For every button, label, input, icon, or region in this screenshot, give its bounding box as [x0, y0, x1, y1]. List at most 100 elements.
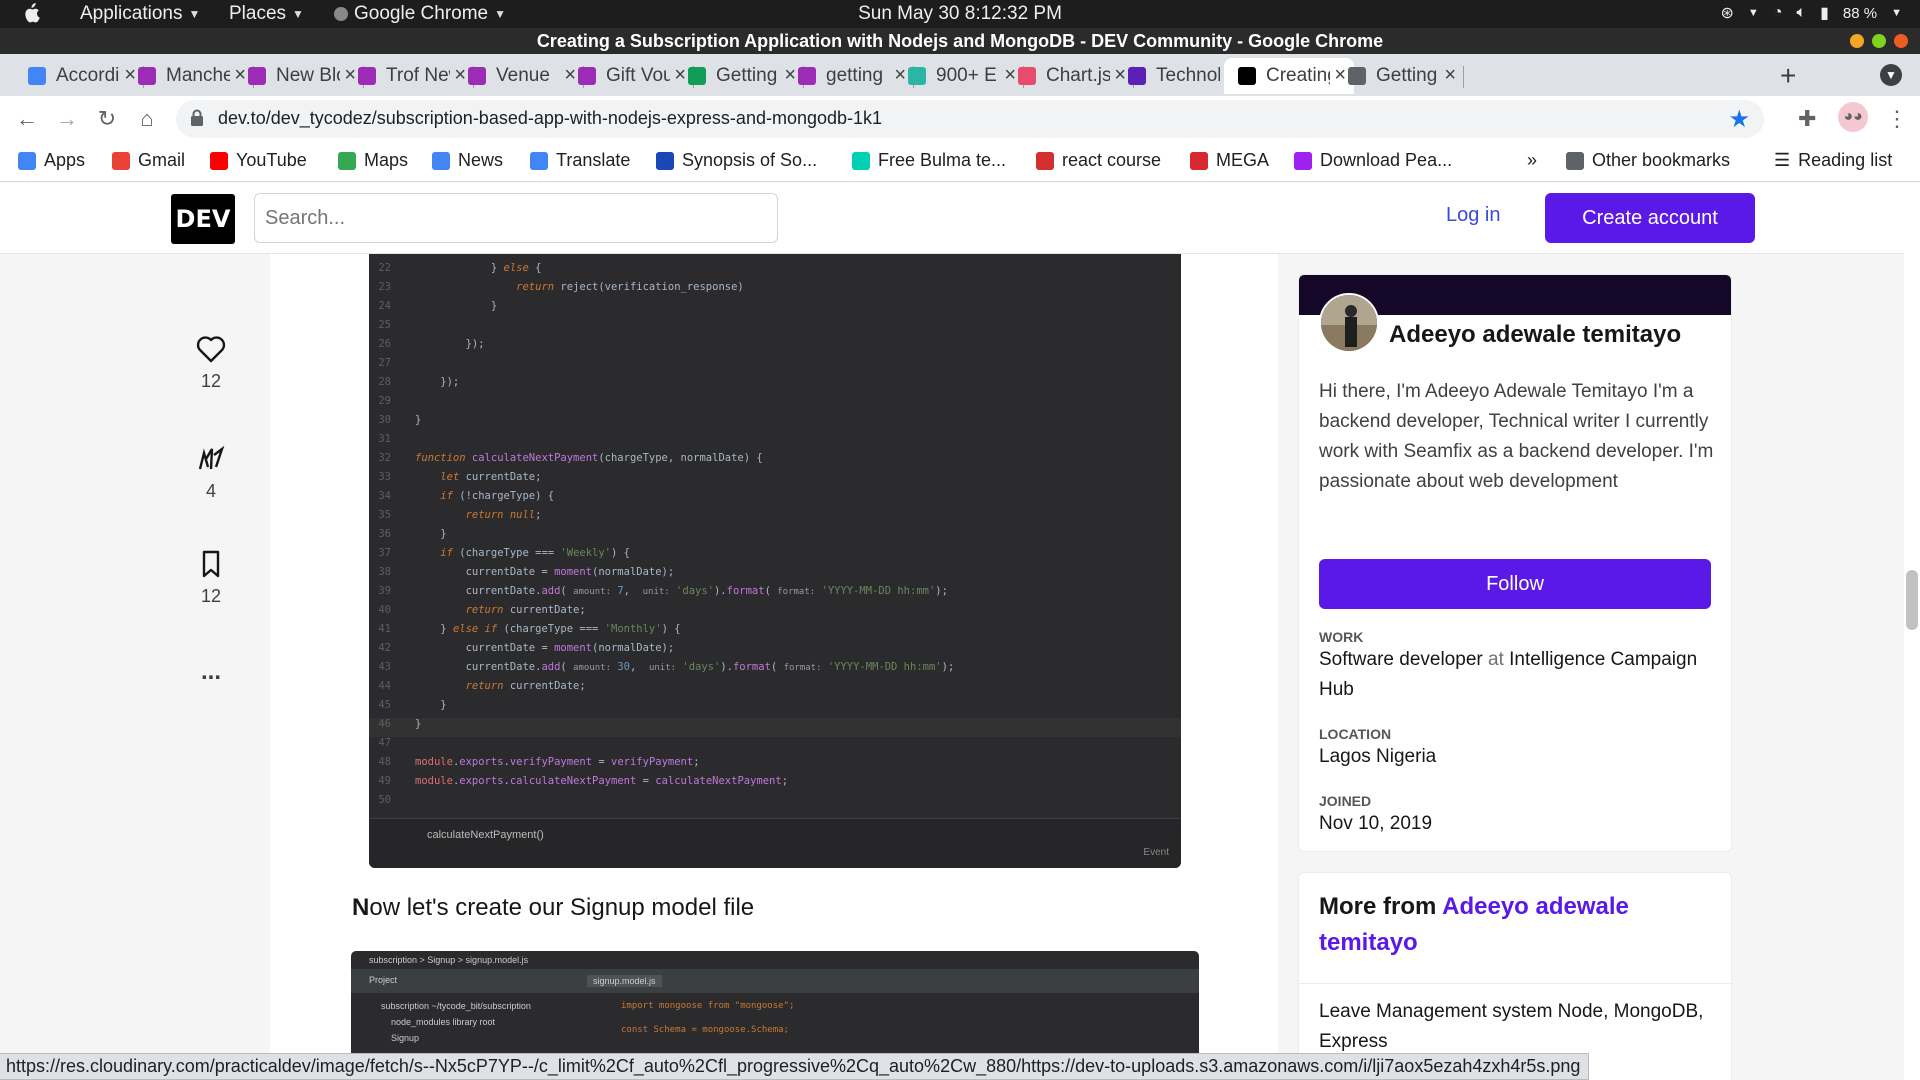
tree-item-node-modules: node_modules library root: [391, 1017, 496, 1027]
close-window-button[interactable]: [1894, 34, 1908, 48]
dev-logo[interactable]: DEV: [171, 194, 235, 244]
line-number: 29: [378, 395, 391, 407]
applications-menu[interactable]: Applications ▼: [80, 3, 200, 25]
code-line: 23 return reject(verification_response): [369, 281, 743, 300]
chevron-down-icon: ▼: [292, 7, 304, 21]
bookmark-favicon-icon: [18, 151, 36, 170]
bookmark-label: react course: [1062, 150, 1162, 170]
bookmark-6[interactable]: Translate: [530, 150, 630, 171]
tab-favicon-icon: [688, 67, 706, 85]
bookmark-3[interactable]: YouTube: [210, 150, 307, 171]
author-name[interactable]: Adeeyo adewale temitayo: [1389, 321, 1681, 349]
bookmarks-bar: » Other bookmarks ☰ Reading list Apps Gma…: [0, 142, 1920, 182]
save-reaction-button[interactable]: 12: [186, 550, 236, 607]
bookmark-1[interactable]: Apps: [18, 150, 85, 171]
line-number: 41: [378, 623, 391, 635]
joined-value: Nov 10, 2019: [1319, 813, 1433, 834]
home-button[interactable]: ⌂: [132, 104, 162, 134]
line-number: 40: [378, 604, 391, 616]
more-from-article-link[interactable]: Leave Management system Node, MongoDB, E…: [1319, 997, 1719, 1057]
system-tray[interactable]: ⊛ ▼ ◔ 🔈︎ ▮ 88 % ▼: [1721, 3, 1902, 23]
code-screenshot-footer: calculateNextPayment() Event: [369, 818, 1181, 868]
tab-title: Manchester: [166, 65, 230, 86]
bookmark-label: News: [458, 150, 504, 170]
wifi-icon: ◔: [1772, 4, 1783, 21]
code-text: });: [415, 376, 460, 388]
unicorn-reaction-button[interactable]: 4: [186, 445, 236, 502]
browser-toolbar: ← → ↻ ⌂ dev.to/dev_tycodez/subscription-…: [0, 96, 1920, 142]
tab-favicon-icon: [468, 67, 486, 85]
code-text: currentDate.add( amount: 30, unit: 'days…: [415, 661, 955, 673]
tab-title: New Blog: [276, 65, 340, 86]
bookmark-5[interactable]: News: [432, 150, 503, 171]
code-line: 50: [369, 794, 415, 813]
code-text: if (!chargeType) {: [440, 490, 555, 502]
code-text: return null;: [465, 509, 542, 521]
places-label: Places: [229, 3, 287, 24]
search-input[interactable]: [254, 193, 778, 243]
bookmark-4[interactable]: Maps: [338, 150, 408, 171]
url-text[interactable]: dev.to/dev_tycodez/subscription-based-ap…: [218, 108, 882, 129]
bookmark-star-icon[interactable]: ★: [1728, 105, 1750, 134]
bookmark-2[interactable]: Gmail: [112, 150, 185, 171]
bookmark-favicon-icon: [432, 151, 450, 170]
code-line: 37 if (chargeType === 'Weekly') {: [369, 547, 630, 566]
app-menu[interactable]: Google Chrome ▼: [334, 3, 506, 25]
address-bar[interactable]: dev.to/dev_tycodez/subscription-based-ap…: [176, 100, 1764, 138]
code-text: }: [415, 718, 422, 730]
bookmark-favicon-icon: [852, 151, 870, 170]
tab-title: Getting: [1376, 65, 1438, 86]
chevron-down-icon: ▼: [1891, 7, 1902, 19]
bookmark-8[interactable]: Free Bulma te...: [852, 150, 1006, 171]
back-button[interactable]: ←: [12, 104, 42, 134]
login-link[interactable]: Log in: [1446, 204, 1501, 227]
line-number: 36: [378, 528, 391, 540]
tab-13[interactable]: Getting ×: [1334, 58, 1464, 94]
more-from-author-card: More from Adeeyo adewale temitayo Leave …: [1298, 872, 1733, 1080]
menu-kebab-icon[interactable]: ⋮: [1886, 106, 1908, 132]
applications-label: Applications: [80, 3, 183, 24]
article-body: 22 } else {23 return reject(verification…: [270, 254, 1278, 1080]
bookmark-label: MEGA: [1216, 150, 1270, 170]
follow-button[interactable]: Follow: [1319, 559, 1711, 609]
work-value: Software developer at Intelligence Campa…: [1319, 645, 1719, 705]
tab-search-button[interactable]: ▼: [1880, 64, 1902, 86]
code-text: return currentDate;: [465, 680, 586, 692]
profile-avatar[interactable]: ◕◕: [1838, 102, 1868, 132]
lock-icon[interactable]: [190, 109, 204, 127]
places-menu[interactable]: Places ▼: [229, 3, 304, 25]
system-top-bar: Applications ▼ Places ▼ Google Chrome ▼ Sun…: [0, 0, 1920, 28]
minimize-button[interactable]: [1850, 34, 1864, 48]
code-line: 38 currentDate = moment(normalDate);: [369, 566, 674, 585]
page-scrollbar[interactable]: [1904, 183, 1920, 1080]
line-number: 47: [378, 737, 391, 749]
bookmark-9[interactable]: react course: [1036, 150, 1161, 171]
line-number: 25: [378, 319, 391, 331]
bookmark-7[interactable]: Synopsis of So...: [656, 150, 817, 171]
close-tab-icon[interactable]: ×: [1444, 64, 1456, 87]
link-status-bar: https://res.cloudinary.com/practicaldev/…: [0, 1053, 1590, 1080]
create-account-button[interactable]: Create account: [1545, 193, 1755, 243]
unicorn-icon: [198, 445, 225, 470]
code-text: currentDate.add( amount: 7, unit: 'days'…: [415, 585, 948, 597]
line-number: 43: [378, 661, 391, 673]
bookmark-10[interactable]: MEGA: [1190, 150, 1269, 171]
bookmark-favicon-icon: [530, 151, 548, 170]
line-number: 44: [378, 680, 391, 692]
author-bio: Hi there, I'm Adeeyo Adewale Temitayo I'…: [1319, 381, 1714, 492]
bookmark-11[interactable]: Download Pea...: [1294, 150, 1452, 171]
bookmarks-overflow-button[interactable]: »: [1527, 150, 1537, 171]
maximize-button[interactable]: [1872, 34, 1886, 48]
other-bookmarks-folder[interactable]: Other bookmarks: [1566, 150, 1730, 171]
forward-button[interactable]: →: [52, 104, 82, 134]
extensions-icon[interactable]: ✚: [1798, 106, 1816, 132]
more-options-button[interactable]: ...: [186, 658, 236, 686]
author-avatar[interactable]: [1319, 293, 1379, 353]
reading-list-button[interactable]: ☰ Reading list: [1774, 150, 1892, 171]
apple-icon[interactable]: [22, 3, 40, 23]
code-screenshot-calculate-payment[interactable]: 22 } else {23 return reject(verification…: [369, 254, 1181, 868]
scrollbar-thumb[interactable]: [1906, 570, 1918, 630]
reload-button[interactable]: ↻: [92, 104, 122, 134]
new-tab-button[interactable]: +: [1780, 60, 1796, 92]
heart-reaction-button[interactable]: 12: [186, 335, 236, 392]
